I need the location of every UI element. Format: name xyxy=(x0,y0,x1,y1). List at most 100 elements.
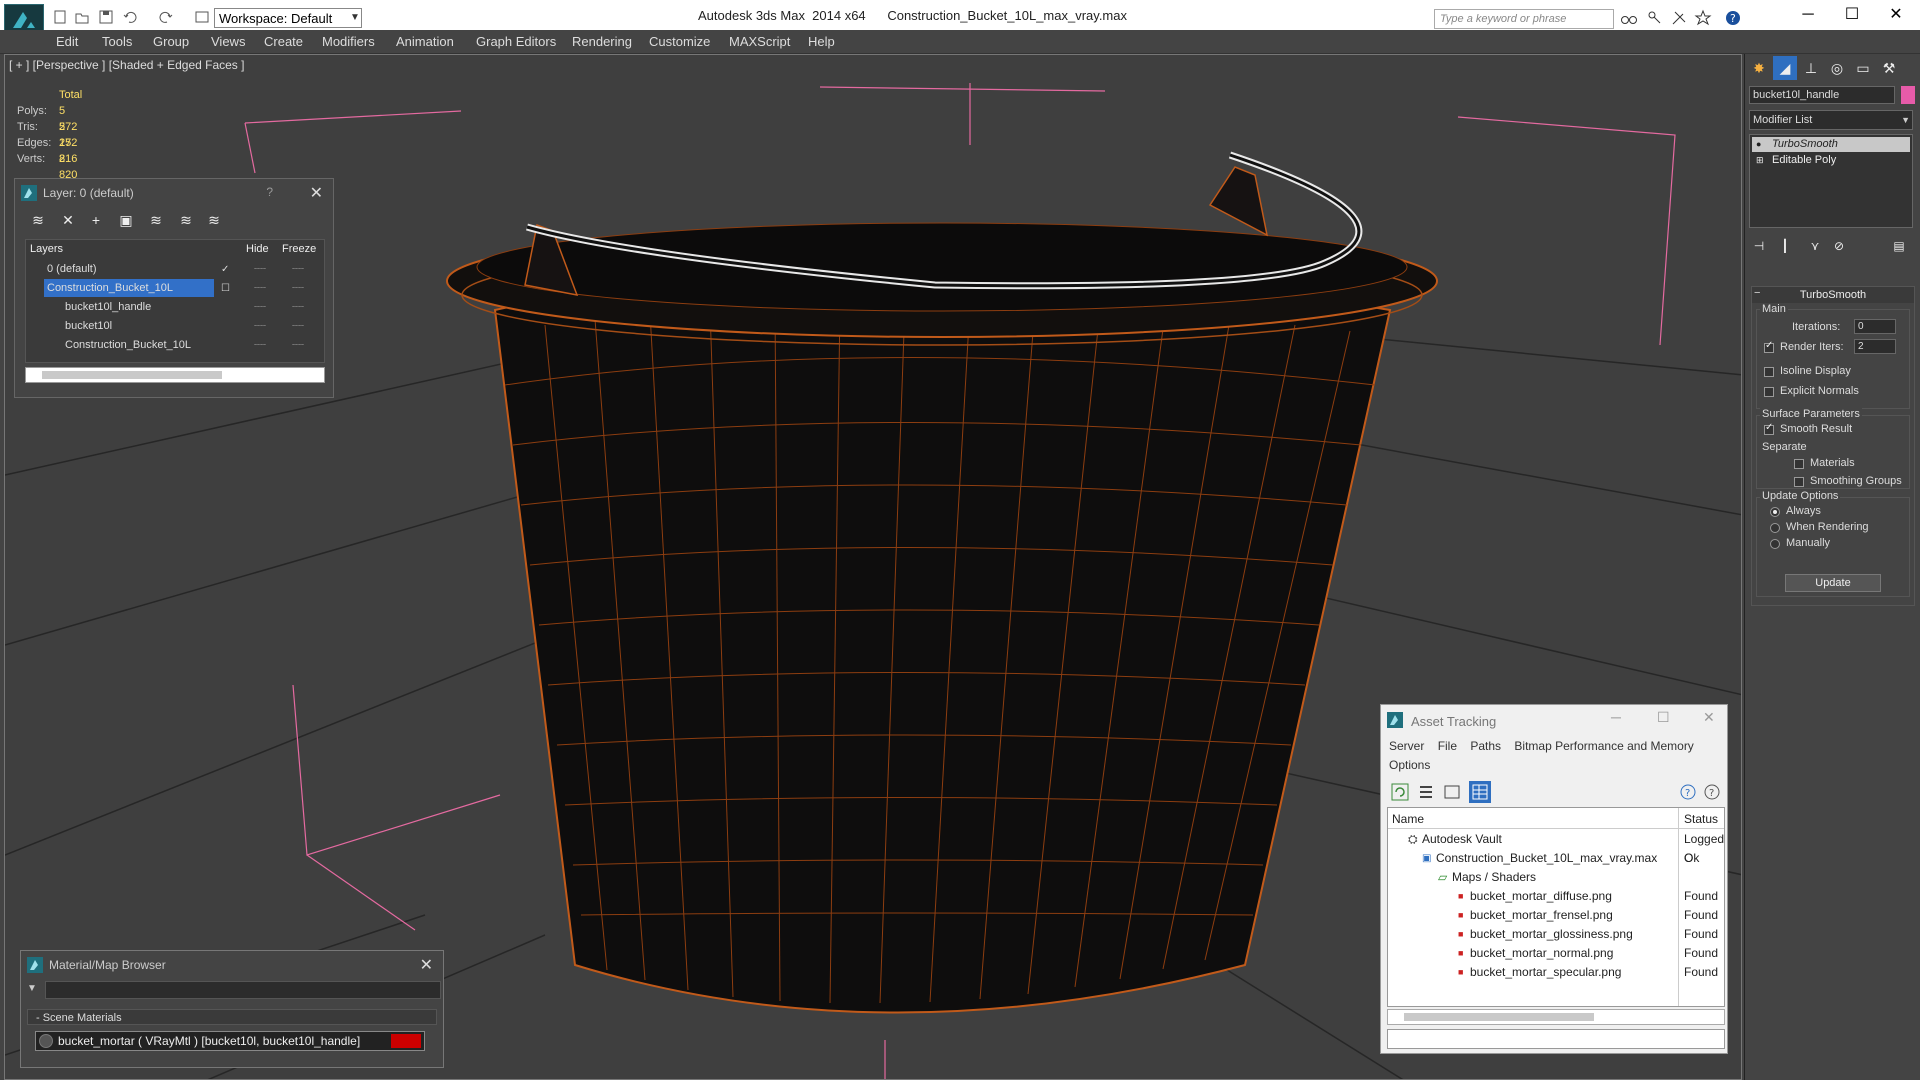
menu-customize[interactable]: Customize xyxy=(649,34,710,49)
add-to-layer-icon[interactable]: + xyxy=(87,211,105,229)
menu-graph-editors[interactable]: Graph Editors xyxy=(476,34,556,49)
workspace-dropdown[interactable]: Workspace: Default xyxy=(214,8,362,28)
configure-sets-icon[interactable]: ▤ xyxy=(1889,234,1909,258)
list-view-icon[interactable] xyxy=(1417,783,1435,801)
material-browser-header[interactable]: Material/Map Browser ✕ xyxy=(21,951,443,979)
thumbnail-view-icon[interactable] xyxy=(1443,783,1461,801)
asset-row[interactable]: ■ bucket_mortar_diffuse.png Found xyxy=(1388,887,1724,906)
create-tab-icon[interactable]: ✸ xyxy=(1747,56,1771,80)
stack-item-turbosmooth[interactable]: ● TurboSmooth xyxy=(1752,137,1910,152)
pin-stack-icon[interactable]: ⊣ xyxy=(1749,234,1769,258)
star-icon[interactable] xyxy=(1694,9,1712,27)
asset-tracking-header[interactable]: Asset Tracking ─ ☐ ✕ xyxy=(1381,705,1727,735)
hierarchy-tab-icon[interactable]: ⊥ xyxy=(1799,56,1823,80)
update-when-rendering-radio[interactable] xyxy=(1770,523,1780,533)
freeze-toggle[interactable]: ┄┄ xyxy=(292,279,304,298)
smoothing-groups-checkbox[interactable] xyxy=(1794,477,1804,487)
redo-icon[interactable] xyxy=(158,9,176,25)
iterations-spinner[interactable]: 0 xyxy=(1854,319,1896,334)
layer-row[interactable]: 0 (default) ✓ ┄┄ ┄┄ xyxy=(26,260,324,279)
layer-row[interactable]: bucket10l ┄┄ ┄┄ xyxy=(26,317,324,336)
help-icon[interactable]: ? xyxy=(266,185,273,199)
minimize-button[interactable]: ─ xyxy=(1611,709,1621,725)
menu-views[interactable]: Views xyxy=(211,34,245,49)
save-icon[interactable] xyxy=(98,9,116,25)
column-freeze[interactable]: Freeze xyxy=(282,240,316,258)
material-item[interactable]: bucket_mortar ( VRayMtl ) [bucket10l, bu… xyxy=(35,1031,425,1051)
delete-layer-icon[interactable]: ✕ xyxy=(59,211,77,229)
object-name-field[interactable]: bucket10l_handle xyxy=(1749,86,1895,104)
expand-icon[interactable]: ⊞ xyxy=(1756,153,1764,168)
freeze-all-icon[interactable]: ≋ xyxy=(205,211,223,229)
turbosmooth-rollout-header[interactable]: TurboSmooth xyxy=(1752,287,1914,303)
hide-toggle[interactable]: ┄┄ xyxy=(254,298,266,317)
refresh-icon[interactable] xyxy=(1391,783,1409,801)
freeze-toggle[interactable]: ┄┄ xyxy=(292,317,304,336)
options-chevron-icon[interactable]: ▼ xyxy=(27,983,37,994)
minimize-button[interactable]: ─ xyxy=(1786,4,1830,28)
update-manually-radio[interactable] xyxy=(1770,539,1780,549)
menu-file[interactable]: File xyxy=(1438,739,1457,753)
scrollbar-thumb[interactable] xyxy=(42,371,222,379)
menu-edit[interactable]: Edit xyxy=(56,34,78,49)
path-field[interactable] xyxy=(1387,1029,1725,1049)
asset-row[interactable]: ▱ Maps / Shaders xyxy=(1388,868,1724,887)
layer-row[interactable]: Construction_Bucket_10L ┄┄ ┄┄ xyxy=(26,336,324,355)
column-hide[interactable]: Hide xyxy=(246,240,269,258)
column-name[interactable]: Name xyxy=(1392,810,1424,828)
search-by-name-input[interactable] xyxy=(45,981,441,999)
close-button[interactable]: ✕ xyxy=(1874,4,1918,28)
horizontal-scrollbar[interactable] xyxy=(25,367,325,383)
explicit-normals-checkbox[interactable] xyxy=(1764,387,1774,397)
menu-help[interactable]: Help xyxy=(808,34,835,49)
chevron-down-icon[interactable]: ▼ xyxy=(1901,111,1910,129)
freeze-toggle[interactable]: ┄┄ xyxy=(292,336,304,355)
smooth-result-checkbox[interactable] xyxy=(1764,422,1774,435)
asset-row[interactable]: ▣ Construction_Bucket_10L_max_vray.max O… xyxy=(1388,849,1724,868)
help-icon[interactable]: ? xyxy=(1679,783,1697,801)
collapse-icon[interactable]: − xyxy=(1754,287,1760,299)
hide-toggle[interactable]: ┄┄ xyxy=(254,260,266,279)
freeze-toggle[interactable]: ┄┄ xyxy=(292,260,304,279)
modify-tab-icon[interactable]: ◢ xyxy=(1773,56,1797,80)
bulb-icon[interactable]: ● xyxy=(1756,137,1761,152)
menu-server[interactable]: Server xyxy=(1389,739,1424,753)
display-tab-icon[interactable]: ▭ xyxy=(1851,56,1875,80)
binoculars-icon[interactable] xyxy=(1620,9,1638,27)
modifier-list-dropdown[interactable]: Modifier List ▼ xyxy=(1749,110,1913,130)
update-button[interactable]: Update xyxy=(1785,574,1881,592)
stack-item-editable-poly[interactable]: ⊞ Editable Poly xyxy=(1752,153,1910,168)
menu-create[interactable]: Create xyxy=(264,34,303,49)
menu-maxscript[interactable]: MAXScript xyxy=(729,34,790,49)
maximize-button[interactable]: ☐ xyxy=(1830,4,1874,28)
viewport-label[interactable]: [ + ] [Perspective ] [Shaded + Edged Fac… xyxy=(9,58,244,72)
tools-icon[interactable] xyxy=(1670,9,1688,27)
scene-materials-group[interactable]: - Scene Materials xyxy=(27,1009,437,1025)
new-file-icon[interactable] xyxy=(52,9,70,25)
object-color-swatch[interactable] xyxy=(1901,86,1915,104)
asset-row[interactable]: ■ bucket_mortar_glossiness.png Found xyxy=(1388,925,1724,944)
key-icon[interactable] xyxy=(1646,9,1664,27)
menu-options[interactable]: Options xyxy=(1389,758,1430,772)
menu-rendering[interactable]: Rendering xyxy=(572,34,632,49)
close-button[interactable]: ✕ xyxy=(1703,709,1715,726)
context-help-icon[interactable]: ? xyxy=(1703,783,1721,801)
select-objects-icon[interactable]: ▣ xyxy=(117,211,135,229)
hide-toggle[interactable]: ┄┄ xyxy=(254,317,266,336)
create-layer-icon[interactable]: ≋ xyxy=(29,211,47,229)
close-icon[interactable]: ✕ xyxy=(310,183,323,203)
hide-toggle[interactable]: ┄┄ xyxy=(254,279,266,298)
materials-checkbox[interactable] xyxy=(1794,459,1804,469)
asset-row[interactable]: ■ bucket_mortar_specular.png Found xyxy=(1388,963,1724,982)
menu-modifiers[interactable]: Modifiers xyxy=(322,34,375,49)
scrollbar-thumb[interactable] xyxy=(1404,1013,1594,1021)
menu-animation[interactable]: Animation xyxy=(396,34,454,49)
menu-group[interactable]: Group xyxy=(153,34,189,49)
asset-row[interactable]: ■ bucket_mortar_normal.png Found xyxy=(1388,944,1724,963)
layer-window-header[interactable]: Layer: 0 (default) ? ✕ xyxy=(15,179,333,207)
menu-bitmap-performance[interactable]: Bitmap Performance and Memory xyxy=(1514,739,1693,753)
hide-toggle[interactable]: ┄┄ xyxy=(254,336,266,355)
asset-row[interactable]: ■ bucket_mortar_frensel.png Found xyxy=(1388,906,1724,925)
open-file-icon[interactable] xyxy=(74,9,92,25)
make-unique-icon[interactable]: ⋎ xyxy=(1805,234,1825,258)
